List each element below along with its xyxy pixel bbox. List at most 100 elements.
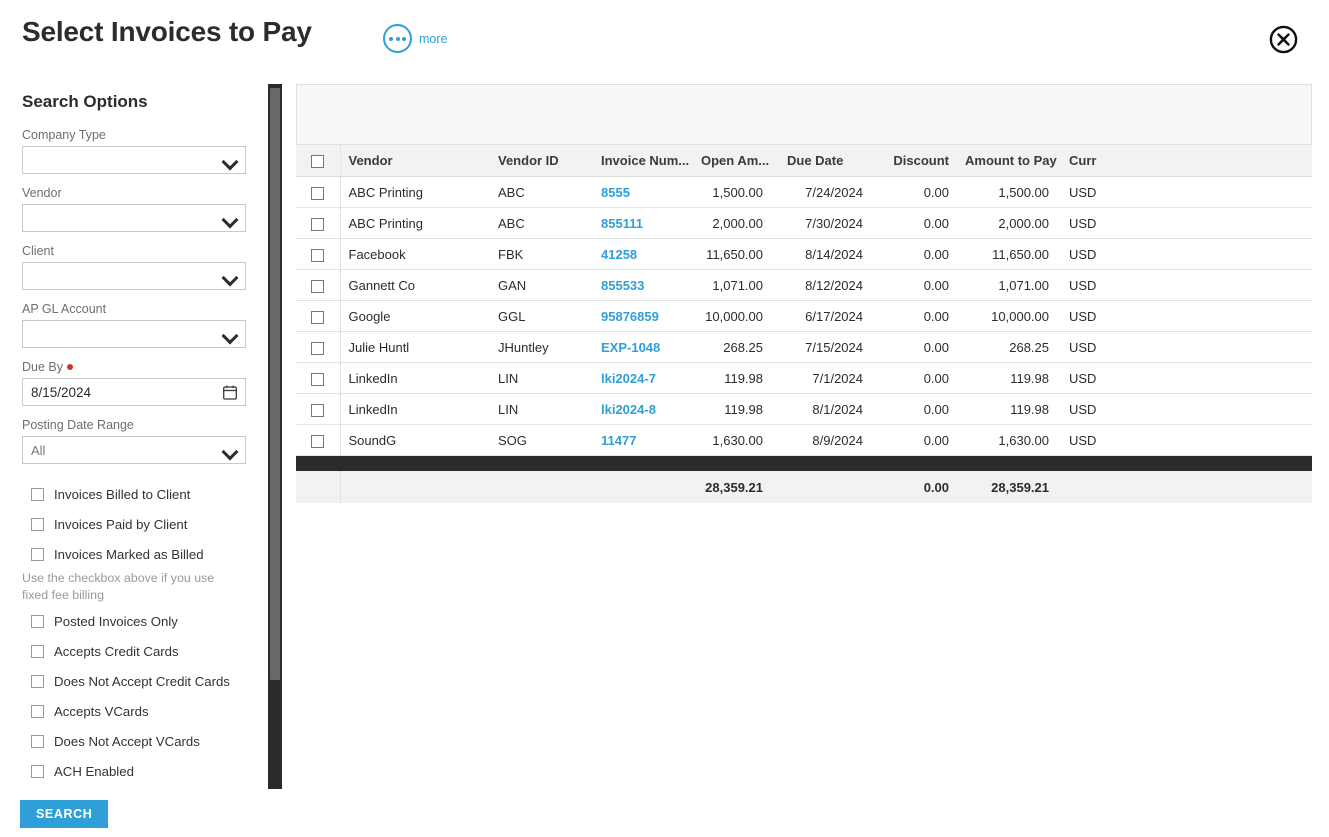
client-select[interactable] [22, 262, 246, 290]
vendor-select[interactable] [22, 204, 246, 232]
row-select-cell[interactable] [296, 269, 341, 301]
invoice-number-link[interactable]: EXP-1048 [601, 340, 660, 355]
checkbox-posted-invoices-only[interactable]: Posted Invoices Only [22, 606, 246, 636]
row-select-cell[interactable] [296, 331, 341, 363]
checkbox-box[interactable] [31, 644, 44, 658]
checkbox-box[interactable] [31, 487, 44, 501]
table-row[interactable]: Google GGL 95876859 10,000.00 6/17/2024 0.00 1… [296, 300, 1312, 332]
row-checkbox[interactable] [311, 310, 325, 324]
row-checkbox[interactable] [311, 372, 325, 386]
invoice-number-link[interactable]: lki2024-8 [601, 402, 656, 417]
cell-currency: USD [1057, 269, 1312, 301]
cell-invoice-number[interactable]: EXP-1048 [593, 331, 693, 363]
checkbox-invoices-billed-to-client[interactable]: Invoices Billed to Client [22, 479, 246, 509]
row-checkbox[interactable] [311, 217, 325, 231]
column-header-discount[interactable]: Discount [871, 144, 957, 177]
cell-invoice-number[interactable]: 8555 [593, 176, 693, 208]
due-by-input[interactable]: 8/15/2024 [22, 378, 246, 406]
cell-invoice-number[interactable]: 855111 [593, 207, 693, 239]
cell-vendor: ABC Printing [340, 176, 490, 208]
row-checkbox[interactable] [311, 248, 325, 262]
checkbox-box[interactable] [31, 734, 44, 748]
more-button[interactable]: more [383, 24, 447, 53]
close-circle-icon[interactable] [1269, 25, 1298, 54]
table-row[interactable]: ABC Printing ABC 8555 1,500.00 7/24/2024 0.00… [296, 176, 1312, 208]
row-checkbox[interactable] [311, 434, 325, 448]
column-header-vendor-id[interactable]: Vendor ID [490, 144, 593, 177]
invoice-number-link[interactable]: 41258 [601, 247, 637, 262]
checkbox-ach-enabled[interactable]: ACH Enabled [22, 756, 246, 786]
table-row[interactable]: Julie Huntl JHuntley EXP-1048 268.25 7/15/20… [296, 331, 1312, 363]
checkbox-invoices-marked-as-billed[interactable]: Invoices Marked as Billed [22, 539, 246, 569]
company-type-select[interactable] [22, 146, 246, 174]
cell-invoice-number[interactable]: 41258 [593, 238, 693, 270]
table-row[interactable]: ABC Printing ABC 855111 2,000.00 7/30/2024 0.… [296, 207, 1312, 239]
totals-blank-vendor-id [490, 471, 593, 503]
row-checkbox[interactable] [311, 279, 325, 293]
posting-date-range-select[interactable]: All [22, 436, 246, 464]
invoice-number-link[interactable]: 95876859 [601, 309, 659, 324]
row-select-cell[interactable] [296, 393, 341, 425]
cell-open-amount: 119.98 [693, 393, 771, 425]
sidebar-scrollbar-track[interactable] [268, 84, 282, 789]
checkbox-accepts-vcards[interactable]: Accepts VCards [22, 696, 246, 726]
column-header-amount-to-pay[interactable]: Amount to Pay [957, 144, 1057, 177]
column-header-invoice-number[interactable]: Invoice Num... [593, 144, 693, 177]
cell-invoice-number[interactable]: lki2024-8 [593, 393, 693, 425]
table-row[interactable]: Facebook FBK 41258 11,650.00 8/14/2024 0.00 11… [296, 238, 1312, 270]
checkbox-box[interactable] [31, 704, 44, 718]
cell-invoice-number[interactable]: 855533 [593, 269, 693, 301]
table-horizontal-scrollbar[interactable] [296, 456, 1312, 471]
select-invoices-dialog: Select Invoices to Pay more Search Optio… [0, 0, 1329, 837]
sidebar-scrollbar-thumb[interactable] [270, 88, 280, 680]
invoice-number-link[interactable]: 8555 [601, 185, 630, 200]
checkbox-box[interactable] [31, 764, 44, 778]
invoice-table-header: Vendor Vendor ID Invoice Num... Open Am.… [296, 144, 1312, 177]
invoice-number-link[interactable]: 855533 [601, 278, 644, 293]
column-header-due-date[interactable]: Due Date [771, 144, 871, 177]
cell-invoice-number[interactable]: lki2024-7 [593, 362, 693, 394]
table-row[interactable]: Gannett Co GAN 855533 1,071.00 8/12/2024 0.00… [296, 269, 1312, 301]
row-select-cell[interactable] [296, 207, 341, 239]
table-row[interactable]: SoundG SOG 11477 1,630.00 8/9/2024 0.00 1,630.… [296, 424, 1312, 456]
checkbox-box[interactable] [31, 547, 44, 561]
column-header-vendor[interactable]: Vendor [340, 144, 490, 177]
cell-due-date: 6/17/2024 [771, 300, 871, 332]
cell-amount-to-pay: 119.98 [957, 362, 1057, 394]
invoice-number-link[interactable]: 855111 [601, 216, 643, 231]
invoice-number-link[interactable]: 11477 [601, 433, 636, 448]
row-checkbox[interactable] [311, 403, 325, 417]
totals-blank-check [296, 471, 341, 503]
checkbox-does-not-accept-vcards[interactable]: Does Not Accept VCards [22, 726, 246, 756]
cell-invoice-number[interactable]: 95876859 [593, 300, 693, 332]
row-checkbox[interactable] [311, 341, 325, 355]
row-select-cell[interactable] [296, 362, 341, 394]
label-company-type: Company Type [22, 128, 106, 142]
cell-invoice-number[interactable]: 11477 [593, 424, 693, 456]
checkbox-box[interactable] [31, 517, 44, 531]
invoice-number-link[interactable]: lki2024-7 [601, 371, 656, 386]
row-select-cell[interactable] [296, 176, 341, 208]
column-header-currency[interactable]: Curr [1057, 144, 1312, 177]
select-all-checkbox[interactable] [311, 155, 325, 169]
calendar-icon[interactable] [223, 385, 237, 400]
checkbox-accepts-credit-cards[interactable]: Accepts Credit Cards [22, 636, 246, 666]
row-select-cell[interactable] [296, 238, 341, 270]
column-header-open-amount[interactable]: Open Am... [693, 144, 771, 177]
checkbox-invoices-paid-by-client[interactable]: Invoices Paid by Client [22, 509, 246, 539]
ap-gl-account-select[interactable] [22, 320, 246, 348]
row-checkbox[interactable] [311, 186, 325, 200]
table-row[interactable]: LinkedIn LIN lki2024-7 119.98 7/1/2024 0.00 11… [296, 362, 1312, 394]
row-select-cell[interactable] [296, 424, 341, 456]
table-row[interactable]: LinkedIn LIN lki2024-8 119.98 8/1/2024 0.00 11… [296, 393, 1312, 425]
row-select-cell[interactable] [296, 300, 341, 332]
checkbox-box[interactable] [31, 674, 44, 688]
cell-vendor-id: FBK [490, 238, 593, 270]
cell-discount: 0.00 [871, 238, 957, 270]
select-all-header[interactable] [296, 144, 341, 177]
checkbox-box[interactable] [31, 614, 44, 628]
checkbox-does-not-accept-credit-cards[interactable]: Does Not Accept Credit Cards [22, 666, 246, 696]
search-button[interactable]: SEARCH [20, 800, 109, 828]
label-vendor: Vendor [22, 186, 62, 200]
cell-discount: 0.00 [871, 424, 957, 456]
